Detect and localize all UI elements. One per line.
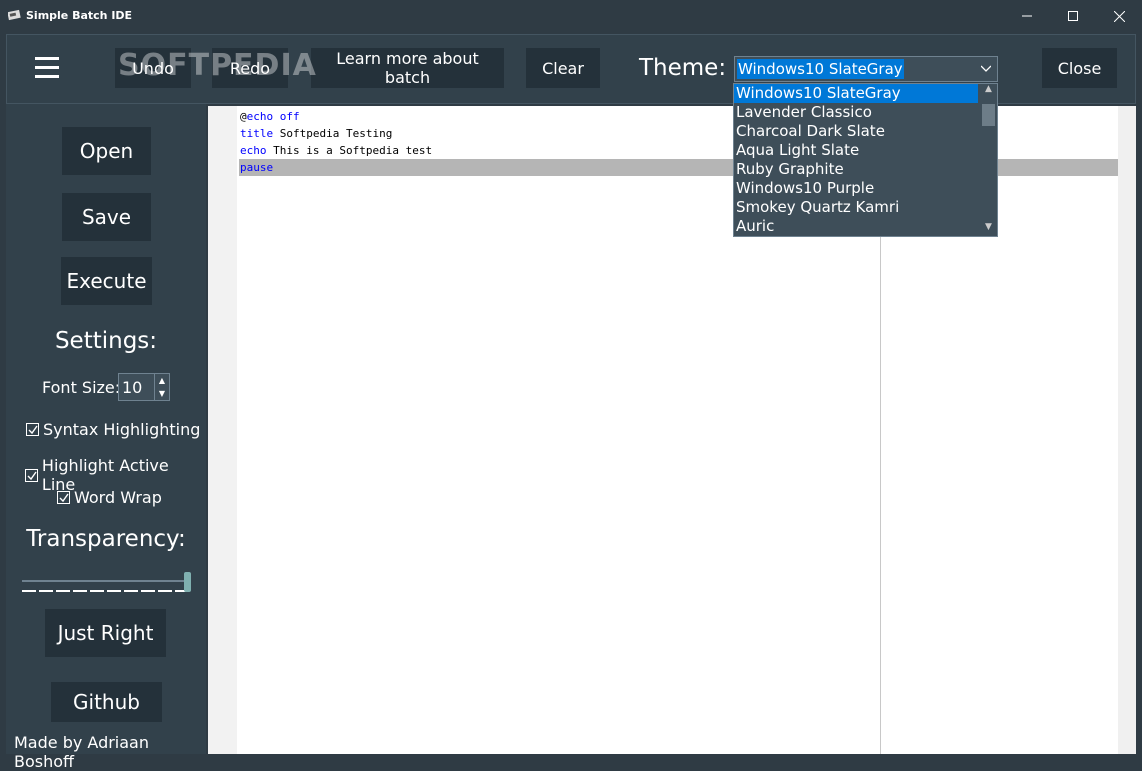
theme-option[interactable]: Windows10 Purple xyxy=(734,179,978,198)
settings-heading: Settings: xyxy=(54,328,158,354)
app-icon xyxy=(8,9,21,21)
checkbox-checked-icon[interactable] xyxy=(57,491,70,504)
dropdown-scrollbar[interactable]: ▲ ▼ xyxy=(980,84,997,236)
made-by-label: Made by Adriaan Boshoff xyxy=(14,733,149,771)
minimize-button[interactable] xyxy=(1004,0,1050,32)
execute-button[interactable]: Execute xyxy=(61,257,152,305)
close-icon xyxy=(1113,10,1125,22)
code-text: Softpedia Testing xyxy=(273,127,393,140)
save-button[interactable]: Save xyxy=(62,193,151,241)
redo-button[interactable]: Redo xyxy=(212,48,288,88)
editor-gutter xyxy=(208,106,237,754)
clear-button[interactable]: Clear xyxy=(526,48,600,88)
word-wrap-label: Word Wrap xyxy=(74,488,162,507)
chevron-down-icon xyxy=(981,65,991,72)
code-keyword: echo xyxy=(240,144,267,157)
theme-option[interactable]: Auric xyxy=(734,217,978,236)
close-window-button[interactable] xyxy=(1096,0,1142,32)
close-button[interactable]: Close xyxy=(1042,48,1117,88)
theme-option[interactable]: Smokey Quartz Kamri xyxy=(734,198,978,217)
slider-thumb[interactable] xyxy=(184,572,191,592)
checkbox-checked-icon[interactable] xyxy=(26,423,39,436)
theme-select[interactable]: Windows10 SlateGray xyxy=(734,56,998,82)
syntax-highlighting-label: Syntax Highlighting xyxy=(43,420,201,439)
font-size-value[interactable]: 10 xyxy=(122,378,142,397)
github-button[interactable]: Github xyxy=(51,682,162,722)
transparency-heading: Transparency: xyxy=(26,526,186,552)
code-text: This is a Softpedia test xyxy=(266,144,433,157)
theme-selected-value: Windows10 SlateGray xyxy=(737,59,904,79)
maximize-button[interactable] xyxy=(1050,0,1096,32)
theme-option[interactable]: Lavender Classico xyxy=(734,103,978,122)
word-wrap-checkbox[interactable]: Word Wrap xyxy=(57,488,162,507)
theme-option[interactable]: Windows10 SlateGray xyxy=(734,84,978,103)
sidebar: Open Save Execute Settings: Font Size: 1… xyxy=(6,104,206,771)
stepper-down-icon[interactable]: ▼ xyxy=(155,387,169,400)
undo-button[interactable]: Undo xyxy=(115,48,191,88)
menu-icon[interactable] xyxy=(35,57,59,81)
theme-option[interactable]: Aqua Light Slate xyxy=(734,141,978,160)
scroll-up-icon[interactable]: ▲ xyxy=(980,84,997,98)
editor-scrollbar[interactable] xyxy=(1118,106,1136,754)
maximize-icon xyxy=(1068,11,1078,21)
code-keyword: pause xyxy=(240,161,274,174)
code-keyword: echo off xyxy=(246,110,300,123)
syntax-highlighting-checkbox[interactable]: Syntax Highlighting xyxy=(26,420,200,439)
theme-dropdown-list: Windows10 SlateGray Lavender Classico Ch… xyxy=(733,83,998,237)
code-prefix: @ xyxy=(240,110,247,123)
learn-more-button[interactable]: Learn more about batch xyxy=(311,48,504,88)
font-size-label: Font Size: xyxy=(42,378,121,397)
minimize-icon xyxy=(1022,15,1032,17)
transparency-slider[interactable] xyxy=(22,572,192,596)
title-bar: Simple Batch IDE xyxy=(0,0,1142,32)
theme-label: Theme: xyxy=(639,55,727,81)
theme-option[interactable]: Charcoal Dark Slate xyxy=(734,122,978,141)
stepper-up-icon[interactable]: ▲ xyxy=(155,374,169,387)
open-button[interactable]: Open xyxy=(62,127,151,175)
checkbox-checked-icon[interactable] xyxy=(25,468,38,482)
font-size-stepper[interactable]: 10 ▲ ▼ xyxy=(118,373,170,401)
window-title: Simple Batch IDE xyxy=(26,9,133,22)
just-right-button[interactable]: Just Right xyxy=(45,609,166,657)
theme-option[interactable]: Ruby Graphite xyxy=(734,160,978,179)
code-keyword: title xyxy=(240,127,274,140)
scroll-down-icon[interactable]: ▼ xyxy=(980,222,997,236)
scroll-thumb[interactable] xyxy=(982,104,995,126)
